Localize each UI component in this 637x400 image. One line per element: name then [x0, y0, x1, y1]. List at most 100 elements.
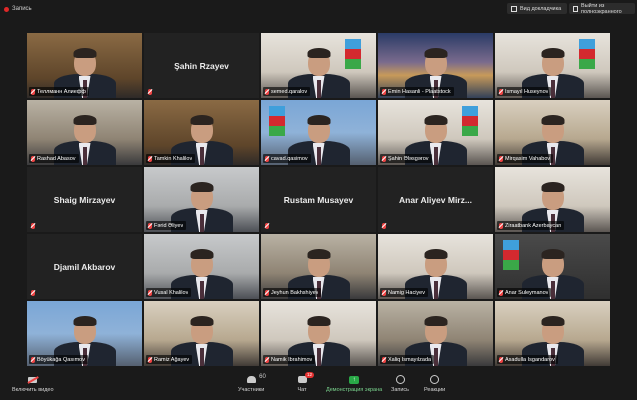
participants-icon [246, 376, 256, 383]
chat-button[interactable]: 12 Чат [296, 372, 314, 393]
chat-label: Чат [297, 387, 307, 393]
participant-name-label: Ziraatbank Azerbaycan [497, 221, 565, 230]
participant-tile[interactable]: Djamil Akbarov [27, 234, 142, 299]
participant-name: Djamil Akbarov [53, 261, 116, 272]
participant-name: Xaliq İsmayılzada [388, 356, 432, 363]
participant-tile[interactable]: Fərid Əliyev [144, 167, 259, 232]
mic-muted-icon [31, 289, 35, 296]
participant-mic-status [146, 87, 155, 96]
participant-tile[interactable]: Теллманн Алиефф [27, 33, 142, 98]
participant-name: Asadulla Isgandarov [505, 356, 555, 363]
participant-tile[interactable]: Asadulla Isgandarov [495, 301, 610, 366]
participant-tile[interactable]: Şahin Ələsgərov [378, 100, 493, 165]
participant-tile[interactable]: Vusal Khalilov [144, 234, 259, 299]
participant-name: Shaig Mirzayev [53, 194, 116, 205]
participant-tile[interactable]: İsmayıl Huseynov [495, 33, 610, 98]
mic-muted-icon [499, 356, 503, 363]
participant-name: semed.qaralov [271, 88, 308, 95]
mic-muted-icon [499, 222, 503, 229]
recording-label: Запись [12, 6, 32, 12]
chat-unread-badge: 12 [305, 372, 314, 378]
view-switch-label: Вид докладчика [520, 5, 562, 12]
exit-fullscreen-button[interactable]: Выйти из полноэкранного [569, 3, 635, 15]
start-video-button[interactable]: Включить видео [12, 374, 54, 393]
participant-tile[interactable]: Mirqasim Vahabov [495, 100, 610, 165]
mic-muted-icon [31, 222, 35, 229]
record-label: Запись [391, 387, 410, 393]
participant-name: Tamkin Khalilov [154, 155, 193, 162]
mic-muted-icon [148, 155, 152, 162]
participant-name-label: semed.qaralov [263, 87, 311, 96]
participant-name-label: Rashad Abasov [29, 154, 79, 163]
participant-tile[interactable]: cavad.qasimov [261, 100, 376, 165]
mic-muted-icon [148, 356, 152, 363]
participant-name-label: Namik İbrahimov [263, 355, 316, 364]
zoom-meeting-window: Запись Вид докладчика Выйти из полноэкра… [0, 0, 637, 400]
participants-count: 60 [259, 374, 266, 380]
reactions-label: Реакции [424, 387, 446, 393]
participant-tile[interactable]: Namik İbrahimov [261, 301, 376, 366]
participant-tile[interactable]: Xaliq İsmayılzada [378, 301, 493, 366]
participant-name-label: Böyükağa Qasımov [29, 355, 88, 364]
mic-muted-icon [499, 88, 503, 95]
fullscreen-icon [573, 5, 579, 12]
mic-muted-icon [265, 289, 269, 296]
share-screen-button[interactable]: ↑ Демонстрация экрана [326, 374, 382, 393]
participant-name: Namik İbrahimov [271, 356, 313, 363]
record-button[interactable]: Запись [391, 374, 409, 393]
mic-muted-icon [31, 88, 35, 95]
participant-tile[interactable]: Tamkin Khalilov [144, 100, 259, 165]
participant-tile[interactable]: Namig Haciyev [378, 234, 493, 299]
participant-name: Rustam Musayev [283, 194, 354, 205]
participant-tile[interactable]: Ramiz Ağayev [144, 301, 259, 366]
mic-muted-icon [265, 222, 269, 229]
participant-name-label: Tamkin Khalilov [146, 154, 196, 163]
participant-tile[interactable]: Rashad Abasov [27, 100, 142, 165]
recording-indicator[interactable]: Запись [4, 3, 32, 15]
participant-name-label: Xaliq İsmayılzada [380, 355, 435, 364]
mic-muted-icon [265, 155, 269, 162]
mic-muted-icon [382, 222, 386, 229]
mic-muted-icon [265, 356, 269, 363]
reactions-button[interactable]: Реакции [424, 374, 445, 393]
participant-tile[interactable]: Şahin Rzayev [144, 33, 259, 98]
participant-name: Ziraatbank Azerbaycan [505, 222, 562, 229]
participant-tile[interactable]: Emin Hasanli - Plaatstock [378, 33, 493, 98]
participant-name-label: Mirqasim Vahabov [497, 154, 554, 163]
participant-name-label: Vusal Khalilov [146, 288, 192, 297]
participant-name-label: Şahin Ələsgərov [380, 154, 432, 163]
participant-tile[interactable]: Jeyhun Bakhshiyev [261, 234, 376, 299]
participant-name: Vusal Khalilov [154, 289, 189, 296]
participants-button[interactable]: 60 Участники [238, 374, 266, 393]
participant-mic-status [380, 221, 389, 230]
participant-gallery: Теллманн Алиефф Şahin Rzayev semed.qaralov… [27, 33, 610, 366]
record-icon [395, 375, 405, 384]
top-bar: Запись Вид докладчика Выйти из полноэкра… [0, 0, 637, 18]
participant-tile[interactable]: Shaig Mirzayev [27, 167, 142, 232]
participant-name: Anar Suleymanov [505, 289, 549, 296]
participant-name: İsmayıl Huseynov [505, 88, 549, 95]
view-switch-button[interactable]: Вид докладчика [507, 3, 567, 14]
participant-name: Böyükağa Qasımov [37, 356, 85, 363]
participant-name: Anar Aliyev Mirz... [399, 194, 472, 205]
participant-name-label: Emin Hasanli - Plaatstock [380, 87, 454, 96]
participant-tile[interactable]: Rustam Musayev [261, 167, 376, 232]
flag-icon [269, 106, 285, 136]
start-video-label: Включить видео [12, 387, 54, 393]
share-screen-icon: ↑ [349, 375, 360, 384]
camera-off-icon [28, 376, 38, 383]
participant-tile[interactable]: Anar Aliyev Mirz... [378, 167, 493, 232]
participant-name: Теллманн Алиефф [37, 88, 86, 95]
mic-muted-icon [148, 289, 152, 296]
participant-mic-status [29, 221, 38, 230]
participant-name: Şahin Ələsgərov [388, 155, 429, 162]
participant-tile[interactable]: Ziraatbank Azerbaycan [495, 167, 610, 232]
participant-tile[interactable]: Böyükağa Qasımov [27, 301, 142, 366]
share-screen-label: Демонстрация экрана [326, 387, 383, 393]
participant-tile[interactable]: semed.qaralov [261, 33, 376, 98]
participant-name: Şahin Rzayev [174, 60, 229, 71]
participant-name: Mirqasim Vahabov [505, 155, 551, 162]
record-dot-icon [4, 6, 9, 12]
participant-name-label: Namig Haciyev [380, 288, 428, 297]
participant-tile[interactable]: Anar Suleymanov [495, 234, 610, 299]
